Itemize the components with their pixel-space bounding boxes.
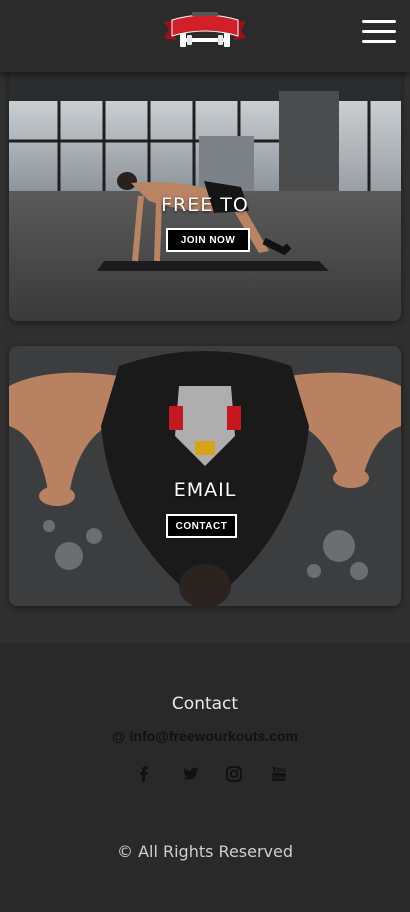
- workout-plan-logo[interactable]: [162, 8, 248, 54]
- hero-card-join: FREE TO JOIN NOW: [9, 61, 401, 321]
- svg-text:Tube: Tube: [272, 776, 287, 782]
- card-title: EMAIL: [173, 479, 237, 501]
- twitter-icon[interactable]: [179, 762, 203, 786]
- contact-heading: Contact: [171, 694, 239, 714]
- contact-button[interactable]: CONTACT: [166, 514, 237, 538]
- site-footer: Contact @ info@freewourkouts.com You Tub: [0, 642, 410, 912]
- join-now-button[interactable]: JOIN NOW: [166, 228, 250, 252]
- instagram-icon[interactable]: [222, 762, 246, 786]
- social-links: You Tube: [0, 762, 410, 786]
- pushup-topview-image: [9, 346, 401, 606]
- svg-text:You: You: [271, 766, 286, 774]
- hamburger-menu-icon[interactable]: [362, 20, 396, 46]
- copyright-text: © All Rights Reserved: [116, 842, 294, 861]
- hero-card-email: EMAIL CONTACT: [9, 346, 401, 606]
- contact-email-link[interactable]: @ info@freewourkouts.com: [0, 728, 410, 744]
- gym-pushup-image: [9, 61, 401, 321]
- card-title: FREE TO: [161, 194, 249, 216]
- site-header: [0, 0, 410, 72]
- facebook-icon[interactable]: [132, 762, 156, 786]
- youtube-icon[interactable]: You Tube: [267, 762, 291, 786]
